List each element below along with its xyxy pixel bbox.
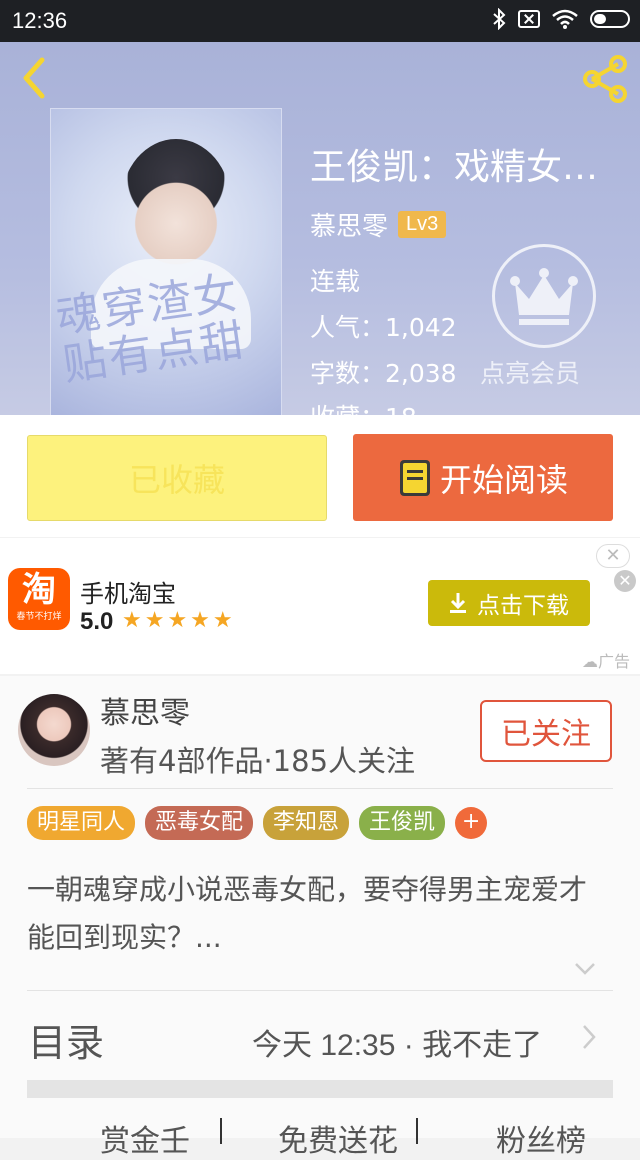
tag-item[interactable]: 恶毒女配 bbox=[145, 806, 254, 840]
book-author[interactable]: 慕思零 bbox=[310, 206, 388, 243]
favorited-button[interactable]: 已收藏 bbox=[27, 435, 327, 521]
vip-label[interactable]: 点亮会员 bbox=[480, 354, 580, 390]
start-reading-label: 开始阅读 bbox=[439, 460, 568, 499]
section-separator bbox=[27, 1080, 613, 1098]
divider bbox=[27, 990, 613, 991]
author-stats: 著有4部作品·185人关注 bbox=[100, 744, 416, 778]
tab-separator bbox=[220, 1118, 222, 1144]
ad-banner[interactable]: 淘 春节不打烊 手机淘宝 5.0 ★★★★★ 点击下载 ✕ ✕ ☁广告 bbox=[0, 538, 640, 674]
book-description[interactable]: 一朝魂穿成小说恶毒女配，要夺得男主宠爱才能回到现实？... bbox=[27, 866, 613, 962]
ad-logo-text: 淘 bbox=[22, 570, 56, 610]
add-tag-button[interactable]: + bbox=[455, 807, 488, 839]
chevron-right-icon[interactable] bbox=[582, 1024, 596, 1050]
status-time: 12:36 bbox=[12, 8, 68, 33]
rating-stars-icon: ★★★★★ bbox=[122, 608, 236, 633]
tab-reward[interactable]: 赏金壬 bbox=[100, 1116, 190, 1160]
divider bbox=[27, 788, 613, 789]
back-arrow-icon[interactable] bbox=[14, 56, 58, 100]
crown-icon bbox=[510, 268, 578, 325]
cover-portrait bbox=[121, 139, 231, 269]
ad-rating: 5.0 bbox=[80, 608, 114, 635]
book-status: 连载 bbox=[310, 267, 361, 296]
tag-item[interactable]: 王俊凯 bbox=[359, 806, 446, 840]
ad-app-name: 手机淘宝 bbox=[80, 580, 176, 608]
no-sim-icon bbox=[518, 10, 540, 28]
book-favorites: 收藏：18 bbox=[310, 398, 417, 415]
book-icon bbox=[399, 459, 430, 496]
ad-dismiss-icon[interactable]: ✕ bbox=[614, 570, 636, 592]
taobao-logo-icon: 淘 春节不打烊 bbox=[8, 568, 70, 630]
author-level-badge: Lv3 bbox=[398, 211, 447, 238]
tag-list: 明星同人 恶毒女配 李知恩 王俊凯 + bbox=[27, 806, 488, 840]
ad-tag: ☁广告 bbox=[582, 648, 630, 672]
share-icon[interactable] bbox=[580, 54, 630, 104]
vip-crown-button[interactable] bbox=[492, 244, 596, 348]
follow-button[interactable]: 已关注 bbox=[480, 700, 612, 762]
cover-artwork-lettering: 魂穿渣女 贴有点甜 bbox=[53, 267, 250, 391]
book-author-row: 慕思零 Lv3 bbox=[310, 206, 447, 243]
book-popularity: 人气：1,042 bbox=[310, 313, 457, 342]
chevron-down-icon[interactable] bbox=[574, 962, 596, 976]
ad-download-label: 点击下载 bbox=[477, 593, 569, 619]
book-word-count: 字数：2,038 bbox=[310, 359, 457, 388]
ad-logo-subtext: 春节不打烊 bbox=[16, 612, 62, 622]
download-icon bbox=[450, 593, 466, 613]
ad-tag-label: 广告 bbox=[597, 652, 630, 671]
tag-item[interactable]: 李知恩 bbox=[263, 806, 350, 840]
ad-close-icon[interactable]: ✕ bbox=[596, 544, 630, 568]
status-icons bbox=[492, 8, 630, 30]
latest-chapter[interactable]: 今天 12:35 · 我不走了 bbox=[252, 1020, 542, 1064]
wifi-icon bbox=[552, 9, 578, 29]
toc-label[interactable]: 目录 bbox=[28, 1012, 104, 1067]
start-reading-button[interactable]: 开始阅读 bbox=[353, 434, 613, 521]
book-cover[interactable]: 魂穿渣女 贴有点甜 bbox=[50, 108, 282, 415]
cloud-icon: ☁ bbox=[581, 652, 598, 671]
tab-separator bbox=[416, 1118, 418, 1144]
author-section: 慕思零 著有4部作品·185人关注 已关注 明星同人 恶毒女配 李知恩 王俊凯 … bbox=[0, 676, 640, 1159]
tab-free-flowers[interactable]: 免费送花 bbox=[278, 1116, 398, 1160]
action-bar: 已收藏 开始阅读 bbox=[0, 415, 640, 537]
tab-fan-ranking[interactable]: 粉丝榜 bbox=[496, 1116, 586, 1160]
author-name[interactable]: 慕思零 bbox=[100, 688, 190, 732]
author-avatar[interactable] bbox=[18, 694, 90, 766]
book-header: 魂穿渣女 贴有点甜 王俊凯：戏精女… 慕思零 Lv3 连载 人气：1,042 字数… bbox=[0, 42, 640, 415]
status-bar: 12:36 bbox=[0, 0, 640, 42]
book-title: 王俊凯：戏精女… bbox=[310, 147, 599, 188]
bottom-tabs: 赏金壬 免费送花 粉丝榜 bbox=[0, 1116, 640, 1159]
ad-download-button[interactable]: 点击下载 bbox=[428, 580, 590, 626]
bluetooth-icon bbox=[493, 8, 506, 30]
battery-icon bbox=[590, 10, 630, 28]
tag-item[interactable]: 明星同人 bbox=[27, 806, 136, 840]
